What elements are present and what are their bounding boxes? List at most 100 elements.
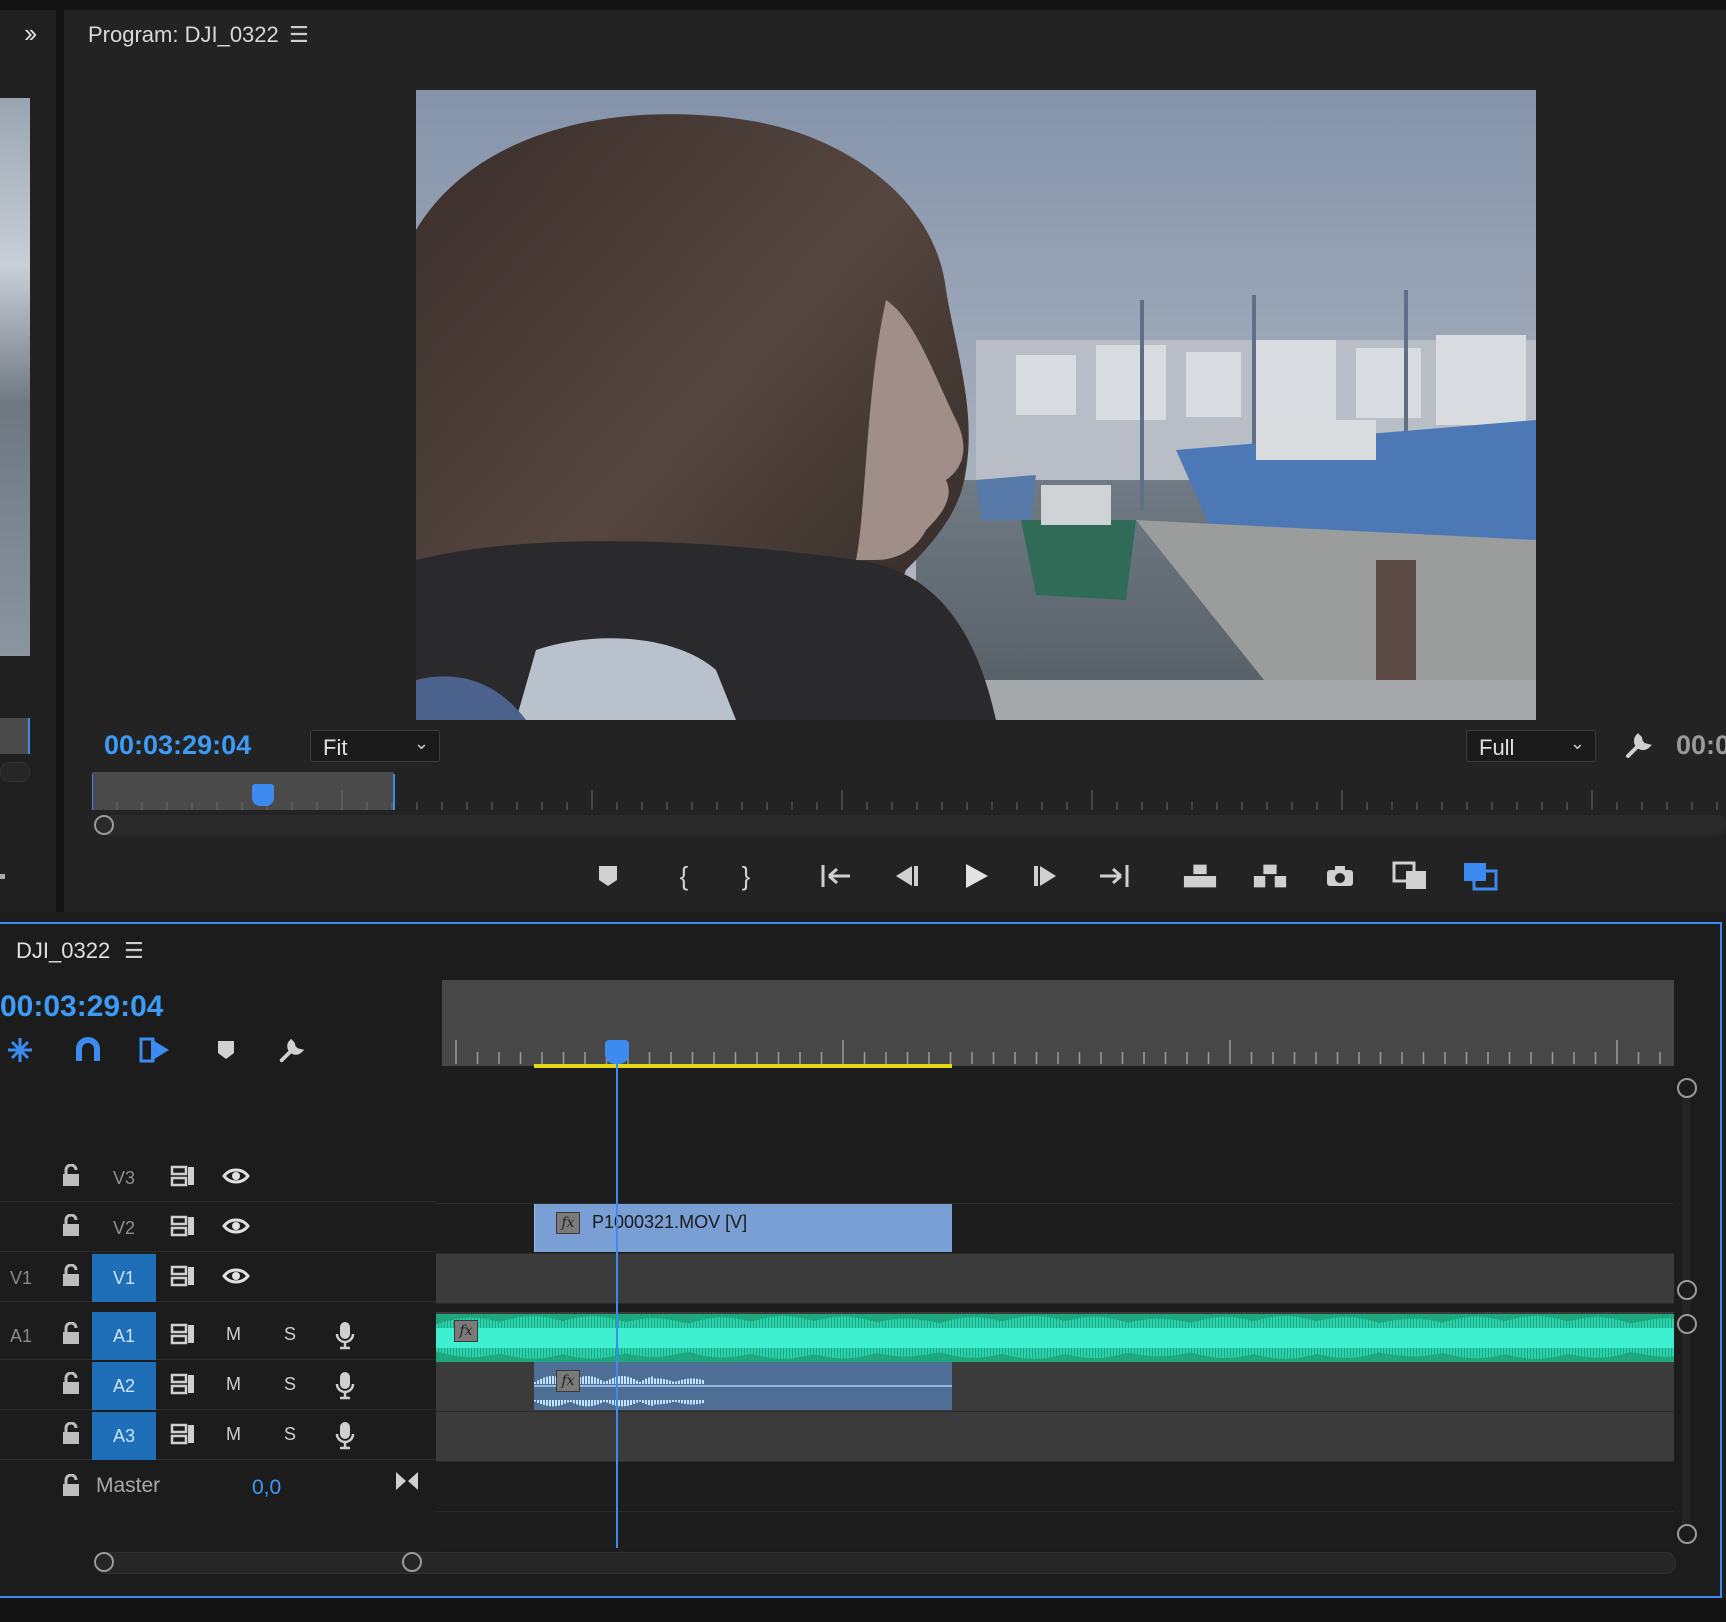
mute-track-button[interactable]: M [226, 1324, 241, 1345]
add-marker-button[interactable] [590, 858, 626, 894]
sequence-tab-title[interactable]: DJI_0322 [16, 938, 110, 964]
track-lane-master[interactable] [436, 1462, 1674, 1512]
mark-out-button[interactable]: } [728, 858, 764, 894]
track-header-a1[interactable]: A1 A1 M S [0, 1312, 436, 1360]
voiceover-mic-icon[interactable] [334, 1370, 356, 1405]
track-lane-v3[interactable] [436, 1154, 1674, 1204]
zoom-level-dropdown[interactable]: Fit ⌄ [310, 730, 440, 762]
play-button[interactable] [958, 858, 994, 894]
toggle-proxies-button[interactable] [1462, 858, 1498, 894]
track-target-v3[interactable]: V3 [92, 1154, 156, 1202]
comparison-view-icon [1392, 861, 1426, 889]
timeline-playhead-timecode[interactable]: 00:03:29:04 [0, 990, 163, 1024]
playback-resolution-dropdown[interactable]: Full ⌄ [1466, 730, 1596, 762]
master-collapse-icon[interactable] [394, 1470, 420, 1497]
track-lock-icon[interactable] [60, 1263, 82, 1293]
program-time-ruler[interactable] [92, 774, 1726, 814]
sync-lock-icon[interactable] [170, 1264, 196, 1293]
track-target-a3[interactable]: A3 [92, 1412, 156, 1460]
audio-scroll-handle-top[interactable] [1677, 1314, 1697, 1334]
track-lane-v1[interactable] [436, 1254, 1674, 1304]
track-target-a1[interactable]: A1 [92, 1312, 156, 1360]
duration-timecode[interactable]: 00:0 [1676, 730, 1726, 761]
mute-track-button[interactable]: M [226, 1424, 241, 1445]
step-forward-icon [1034, 866, 1056, 886]
mark-in-button[interactable]: { [666, 858, 702, 894]
toggle-output-eye-icon[interactable] [222, 1216, 250, 1241]
track-header-a2[interactable]: A2 M S [0, 1362, 436, 1410]
snap-toggle-button[interactable] [70, 1032, 106, 1068]
timeline-panel-menu-icon[interactable]: ☰ [124, 938, 144, 964]
sync-lock-icon[interactable] [170, 1214, 196, 1243]
timeline-settings-button[interactable] [274, 1032, 310, 1068]
track-target-a2[interactable]: A2 [92, 1362, 156, 1410]
track-lock-icon[interactable] [60, 1421, 82, 1451]
sync-lock-icon[interactable] [170, 1322, 196, 1351]
comparison-view-button[interactable] [1392, 858, 1428, 894]
solo-track-button[interactable]: S [284, 1324, 296, 1345]
extract-button[interactable] [1252, 858, 1288, 894]
toggle-output-eye-icon[interactable] [222, 1166, 250, 1191]
go-to-out-button[interactable] [1096, 858, 1132, 894]
panel-divider[interactable] [56, 10, 64, 912]
video-scroll-handle-bottom[interactable] [1677, 1280, 1697, 1300]
timeline-horizontal-scrollbar[interactable] [96, 1552, 1676, 1574]
sync-lock-icon[interactable] [170, 1164, 196, 1193]
program-zoom-scrollbar[interactable] [96, 815, 1726, 835]
voiceover-mic-icon[interactable] [334, 1420, 356, 1455]
program-playhead-marker[interactable] [252, 784, 274, 806]
sync-lock-icon[interactable] [170, 1422, 196, 1451]
track-target-v2[interactable]: V2 [92, 1204, 156, 1252]
track-target-v1[interactable]: V1 [92, 1254, 156, 1302]
fx-badge-icon[interactable]: fx [454, 1320, 478, 1342]
track-lock-icon[interactable] [60, 1371, 82, 1401]
marker-icon [218, 1041, 234, 1059]
timeline-playhead-line[interactable] [616, 1064, 618, 1548]
solo-track-button[interactable]: S [284, 1424, 296, 1445]
audio-clip-a2[interactable] [534, 1362, 952, 1410]
horizontal-scroll-handle-left[interactable] [94, 1552, 114, 1572]
program-playhead-timecode[interactable]: 00:03:29:04 [104, 730, 251, 761]
insert-overwrite-nest-button[interactable] [2, 1032, 38, 1068]
go-to-in-button[interactable] [818, 858, 854, 894]
audio-scroll-handle-bottom[interactable] [1677, 1524, 1697, 1544]
sync-lock-icon[interactable] [170, 1372, 196, 1401]
master-lock-icon[interactable] [60, 1473, 82, 1503]
source-scrollbar-edge[interactable] [0, 762, 30, 782]
lift-button[interactable] [1182, 858, 1218, 894]
track-header-a3[interactable]: A3 M S [0, 1412, 436, 1460]
fx-badge-icon[interactable]: fx [556, 1212, 580, 1234]
step-forward-button[interactable] [1028, 858, 1064, 894]
fx-badge-icon[interactable]: fx [556, 1370, 580, 1392]
program-panel-menu-icon[interactable]: ☰ [289, 22, 309, 48]
program-zoom-scrollbar-handle[interactable] [94, 815, 114, 835]
track-header-v1[interactable]: V1 V1 [0, 1254, 436, 1302]
track-lock-icon[interactable] [60, 1321, 82, 1351]
voiceover-mic-icon[interactable] [334, 1320, 356, 1355]
settings-wrench-icon[interactable] [1622, 728, 1656, 767]
solo-track-button[interactable]: S [284, 1374, 296, 1395]
camera-icon [1327, 866, 1353, 886]
horizontal-scroll-handle-right[interactable] [402, 1552, 422, 1572]
mute-track-button[interactable]: M [226, 1374, 241, 1395]
toggle-output-eye-icon[interactable] [222, 1266, 250, 1291]
track-lock-icon[interactable] [60, 1213, 82, 1243]
timeline-vertical-scrollbar[interactable] [1682, 1086, 1690, 1534]
linked-selection-button[interactable] [138, 1032, 174, 1068]
program-video-frame[interactable] [416, 90, 1536, 720]
track-header-v3[interactable]: V3 [0, 1154, 436, 1202]
track-lane-a3[interactable] [436, 1412, 1674, 1462]
video-scroll-handle-top[interactable] [1677, 1078, 1697, 1098]
timeline-playhead-handle[interactable] [605, 1040, 629, 1064]
track-header-v2[interactable]: V2 [0, 1204, 436, 1252]
expand-panels-icon[interactable]: ›› [24, 18, 37, 49]
source-patch-a1[interactable]: A1 [10, 1326, 32, 1347]
program-monitor-title[interactable]: Program: DJI_0322 [88, 22, 279, 48]
audio-clip-a1[interactable] [436, 1314, 1674, 1362]
add-timeline-marker-button[interactable] [208, 1032, 244, 1068]
track-lock-icon[interactable] [60, 1163, 82, 1193]
step-back-button[interactable] [888, 858, 924, 894]
export-frame-button[interactable] [1322, 858, 1358, 894]
master-volume-value[interactable]: 0,0 [252, 1476, 281, 1500]
source-patch-v1[interactable]: V1 [10, 1268, 32, 1289]
